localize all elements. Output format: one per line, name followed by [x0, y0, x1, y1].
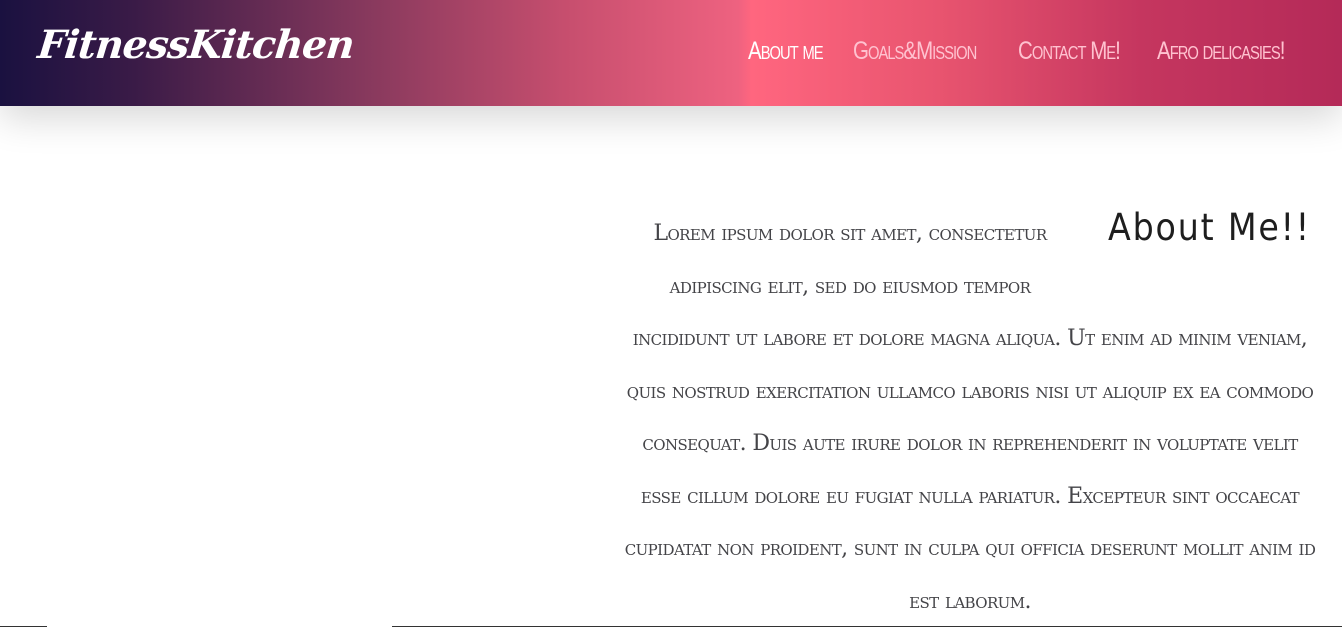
nav-links: About me Goals&Mission Contact Me! Afro …	[748, 31, 1312, 71]
nav-link-contact-me[interactable]: Contact Me!	[1018, 31, 1121, 71]
nav-link-goals-mission[interactable]: Goals&Mission	[853, 31, 977, 71]
navbar: FitnessKitchen About me Goals&Mission Co…	[0, 0, 1342, 106]
nav-link-afro-delicasies[interactable]: Afro delicasies!	[1157, 31, 1285, 71]
brand-logo[interactable]: FitnessKitchen	[35, 16, 357, 74]
heading-spacer	[1080, 208, 1320, 308]
nav-link-about-me[interactable]: About me	[748, 31, 824, 71]
about-text: Lorem ipsum dolor sit amet, consectetur …	[620, 208, 1320, 628]
